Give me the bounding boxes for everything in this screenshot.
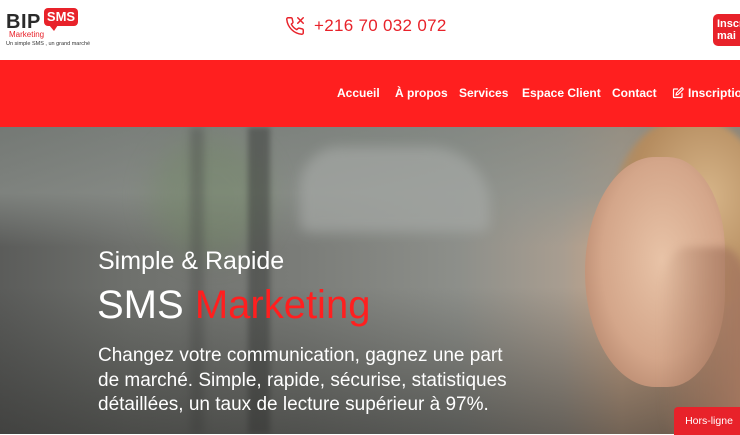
hero-title-sms: SMS [97,283,184,327]
signup-badge-line2: mai [717,30,736,42]
nav-services[interactable]: Services [459,86,508,100]
header-phone[interactable]: +216 70 032 072 [284,14,447,38]
hero-subtitle: Simple & Rapide [98,247,285,275]
phone-number: +216 70 032 072 [314,16,447,35]
hero-background-car [300,147,490,232]
nav-accueil[interactable]: Accueil [337,86,380,100]
logo-marketing-text: Marketing [9,30,45,39]
hero-title: SMS Marketing [97,283,370,328]
nav-espace-client[interactable]: Espace Client [522,86,601,100]
phone-icon [286,17,304,35]
logo-tagline: Un simple SMS , un grand marché [6,41,91,47]
logo-sms-bubble: SMS [44,8,78,31]
hero-description: Changez votre communication, gagnez une … [98,345,507,415]
top-bar: BIP SMS Marketing Un simple SMS , un gra… [0,0,740,60]
main-navbar: Accueil À propos Services Espace Client … [0,60,740,127]
hero-woman-shadow [660,247,740,434]
nav-inscription[interactable]: Inscription [672,86,740,100]
chat-offline-button[interactable]: Hors-ligne [674,407,740,435]
nav-contact[interactable]: Contact [612,86,657,100]
signup-badge-line1: Inscr [717,18,740,30]
hero-banner: Simple & Rapide SMS Marketing Changez vo… [0,127,740,434]
hero-title-marketing: Marketing [194,283,371,327]
nav-a-propos[interactable]: À propos [395,86,448,100]
signup-badge[interactable]: Inscr mai [713,14,740,46]
edit-icon [672,87,684,99]
nav-inscription-label: Inscription [688,86,740,100]
logo[interactable]: BIP SMS Marketing Un simple SMS , un gra… [6,8,96,52]
